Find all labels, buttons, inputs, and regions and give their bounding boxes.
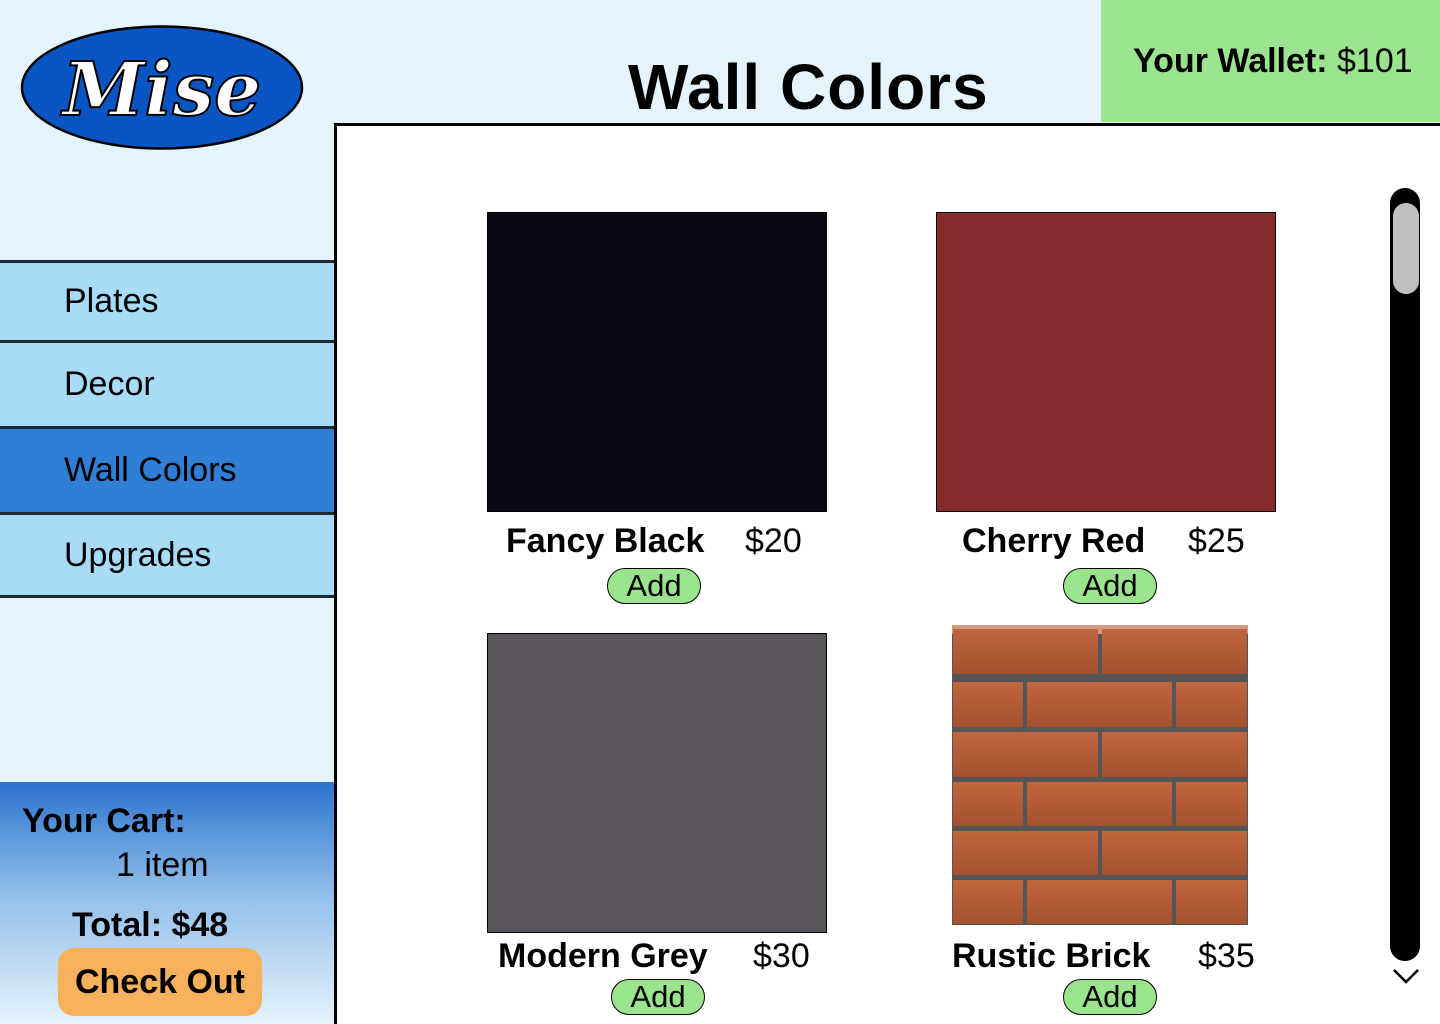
product-price: $35 [1198, 937, 1255, 975]
logo-badge: Mise [20, 25, 304, 150]
chevron-down-icon[interactable] [1391, 966, 1421, 986]
sidebar-item-decor[interactable]: Decor [0, 340, 334, 426]
add-button[interactable]: Add [611, 979, 705, 1015]
page-title: Wall Colors [628, 51, 989, 123]
logo-text: Mise [60, 47, 262, 133]
sidebar-item-plates[interactable]: Plates [0, 260, 334, 340]
add-button[interactable]: Add [1063, 979, 1157, 1015]
product-name: Rustic Brick [952, 937, 1151, 975]
color-swatch[interactable] [487, 633, 827, 933]
wallet-balance: Your Wallet: $101 [1101, 0, 1440, 122]
add-button[interactable]: Add [1063, 568, 1157, 604]
sidebar-item-wall-colors[interactable]: Wall Colors [0, 426, 334, 512]
mise-logo[interactable]: Mise [20, 25, 304, 150]
cart-total: Total: $48 [72, 906, 229, 944]
cart-summary: Your Cart: 1 item Total: $48 Check Out [0, 782, 334, 1024]
color-swatch[interactable] [487, 212, 827, 512]
wallet-label: Your Wallet: [1133, 42, 1328, 80]
sidebar-item-label: Decor [64, 365, 155, 403]
wallet-amount: $101 [1337, 42, 1413, 80]
sidebar-item-upgrades[interactable]: Upgrades [0, 512, 334, 598]
scrollbar-thumb[interactable] [1393, 203, 1419, 294]
sidebar-item-label: Upgrades [64, 535, 212, 574]
scrollbar-track[interactable] [1390, 188, 1420, 961]
sidebar-item-label: Plates [64, 282, 159, 320]
product-name: Fancy Black [506, 522, 705, 560]
product-name: Cherry Red [962, 522, 1146, 560]
brick-swatch[interactable] [952, 625, 1248, 925]
sidebar-nav: Plates Decor Wall Colors Upgrades [0, 260, 334, 598]
checkout-button[interactable]: Check Out [58, 948, 262, 1016]
add-button[interactable]: Add [607, 568, 701, 604]
product-price: $25 [1188, 522, 1245, 560]
sidebar-item-label: Wall Colors [64, 451, 237, 489]
product-name: Modern Grey [498, 937, 708, 975]
cart-title: Your Cart: [22, 802, 186, 840]
color-swatch[interactable] [936, 212, 1276, 512]
product-price: $30 [753, 937, 810, 975]
cart-item-count: 1 item [116, 846, 209, 884]
product-price: $20 [745, 522, 802, 560]
